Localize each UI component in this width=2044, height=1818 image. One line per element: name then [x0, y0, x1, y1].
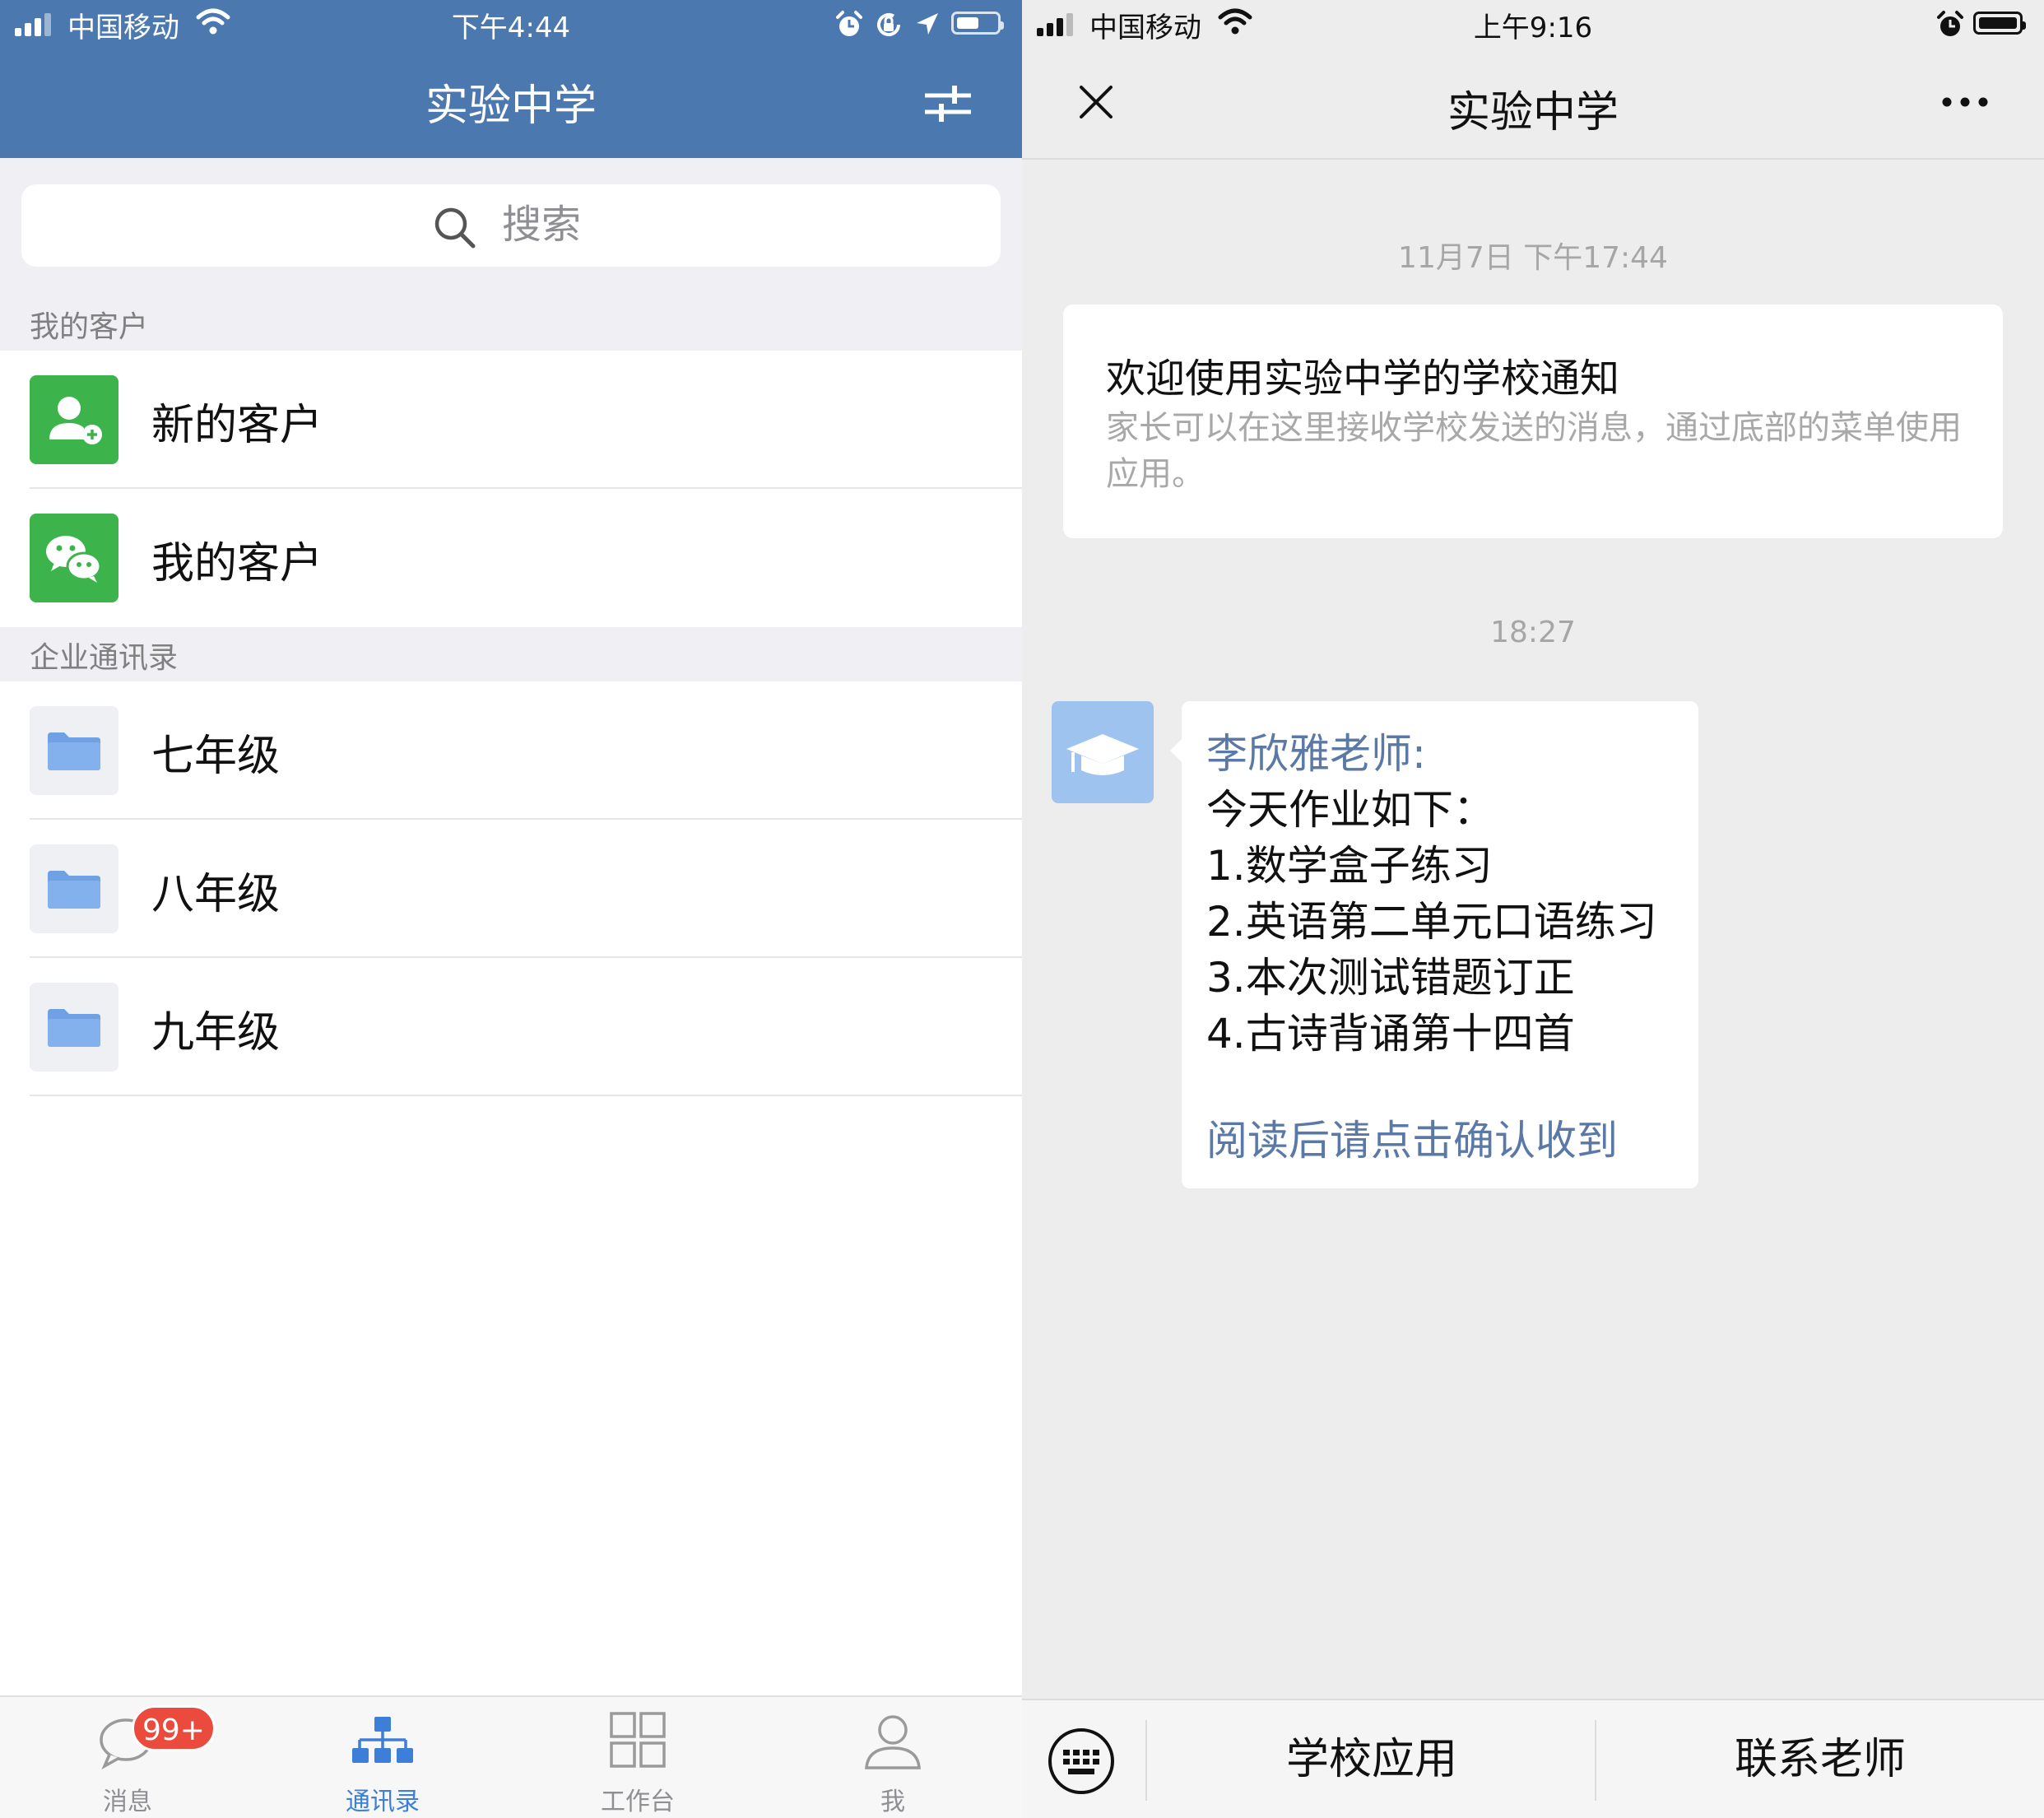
search-icon	[434, 207, 476, 249]
contacts-screen: 中国移动 下午4:44 实验中学 搜索 我的客户 新的客户 我的客户 企业通讯录…	[0, 0, 1022, 1818]
list-item-grade-7[interactable]: 七年级	[0, 681, 1022, 820]
welcome-title: 欢迎使用实验中学的学校通知	[1106, 356, 1620, 402]
unread-badge: 99+	[132, 1705, 216, 1751]
message-bubble[interactable]: 李欣雅老师: 今天作业如下： 1.数学盒子练习 2.英语第二单元口语练习 3.本…	[1170, 701, 1698, 1188]
status-time: 下午4:44	[451, 12, 571, 44]
page-title: 实验中学	[425, 81, 597, 131]
message-line: 3.本次测试错题订正	[1206, 954, 1575, 1002]
tab-me[interactable]: 我	[765, 1697, 1020, 1818]
status-bar: 中国移动 上午9:16	[1022, 0, 2044, 48]
more-icon[interactable]	[1940, 94, 1990, 110]
app-header: 中国移动 下午4:44 实验中学	[0, 0, 1022, 158]
chat-screen: 中国移动 上午9:16 实验中学 11月7日 下午17:44 欢迎使用实验中学的…	[1022, 0, 2044, 1818]
message-line: 4.古诗背诵第十四首	[1206, 1010, 1575, 1058]
folder-icon	[30, 844, 118, 933]
tab-label: 工作台	[601, 1788, 675, 1816]
keyboard-icon[interactable]	[1047, 1727, 1116, 1796]
list-item-new-customers[interactable]: 新的客户	[0, 351, 1022, 489]
list-item-label: 八年级	[151, 870, 281, 919]
folder-icon	[30, 706, 118, 795]
menu-contact-teacher[interactable]: 联系老师	[1596, 1700, 2044, 1818]
tab-label: 我	[880, 1788, 905, 1816]
alarm-icon	[1937, 11, 1963, 36]
alarm-icon	[836, 11, 862, 36]
message-line: 今天作业如下：	[1206, 786, 1494, 834]
confirm-receipt-link[interactable]: 阅读后请点击确认收到	[1206, 1108, 1618, 1167]
avatar[interactable]	[1052, 701, 1154, 803]
menu-school-apps[interactable]: 学校应用	[1147, 1700, 1596, 1818]
tab-label: 通讯录	[346, 1788, 420, 1816]
welcome-body: 家长可以在这里接收学校发送的消息，通过底部的菜单使用应用。	[1106, 409, 1962, 493]
page-title: 实验中学	[1447, 88, 1619, 137]
timestamp: 18:27	[1490, 616, 1576, 649]
graduation-cap-icon	[1066, 734, 1139, 775]
list-item-label: 我的客户	[151, 539, 323, 588]
timestamp: 11月7日 下午17:44	[1398, 241, 1668, 275]
search-input[interactable]	[502, 199, 831, 250]
folder-icon	[30, 983, 118, 1072]
tab-workbench[interactable]: 工作台	[510, 1697, 765, 1818]
list-item-label: 九年级	[151, 1008, 281, 1058]
sender-name: 李欣雅老师:	[1206, 730, 1426, 778]
add-contact-icon	[30, 375, 118, 464]
search-area	[0, 158, 1022, 296]
tab-label: 消息	[103, 1788, 152, 1816]
wechat-icon	[30, 514, 118, 602]
status-time: 上午9:16	[1473, 12, 1593, 44]
list-item-grade-9[interactable]: 九年级	[0, 958, 1022, 1096]
list-item-label: 七年级	[151, 732, 281, 781]
section-header-my-customers: 我的客户	[0, 296, 1022, 351]
location-icon	[917, 13, 938, 35]
battery-icon	[951, 12, 1004, 35]
grid-icon	[610, 1712, 666, 1768]
list-item-grade-8[interactable]: 八年级	[0, 820, 1022, 958]
chat-menu-bar: 学校应用 联系老师	[1022, 1699, 2044, 1818]
rotation-lock-icon	[877, 13, 900, 36]
battery-icon	[1973, 12, 2026, 35]
section-header-directory: 企业通讯录	[0, 627, 1022, 681]
search-box[interactable]	[21, 184, 1001, 267]
list-item-label: 新的客户	[151, 401, 323, 450]
tab-messages[interactable]: 99+ 消息	[0, 1697, 255, 1818]
list-item-my-customers[interactable]: 我的客户	[0, 489, 1022, 627]
welcome-card: 欢迎使用实验中学的学校通知 家长可以在这里接收学校发送的消息，通过底部的菜单使用…	[1063, 305, 2003, 538]
org-chart-icon	[352, 1717, 413, 1763]
status-bar: 中国移动 下午4:44	[0, 0, 1022, 48]
person-icon	[865, 1715, 921, 1769]
chat-nav-bar: 实验中学	[1022, 48, 2044, 160]
tab-contacts[interactable]: 通讯录	[255, 1697, 510, 1818]
tab-bar: 99+ 消息 通讯录 工作台 我	[0, 1695, 1022, 1818]
message-line: 1.数学盒子练习	[1206, 842, 1493, 890]
filter-settings-icon[interactable]	[923, 81, 973, 125]
message-line: 2.英语第二单元口语练习	[1206, 898, 1657, 946]
